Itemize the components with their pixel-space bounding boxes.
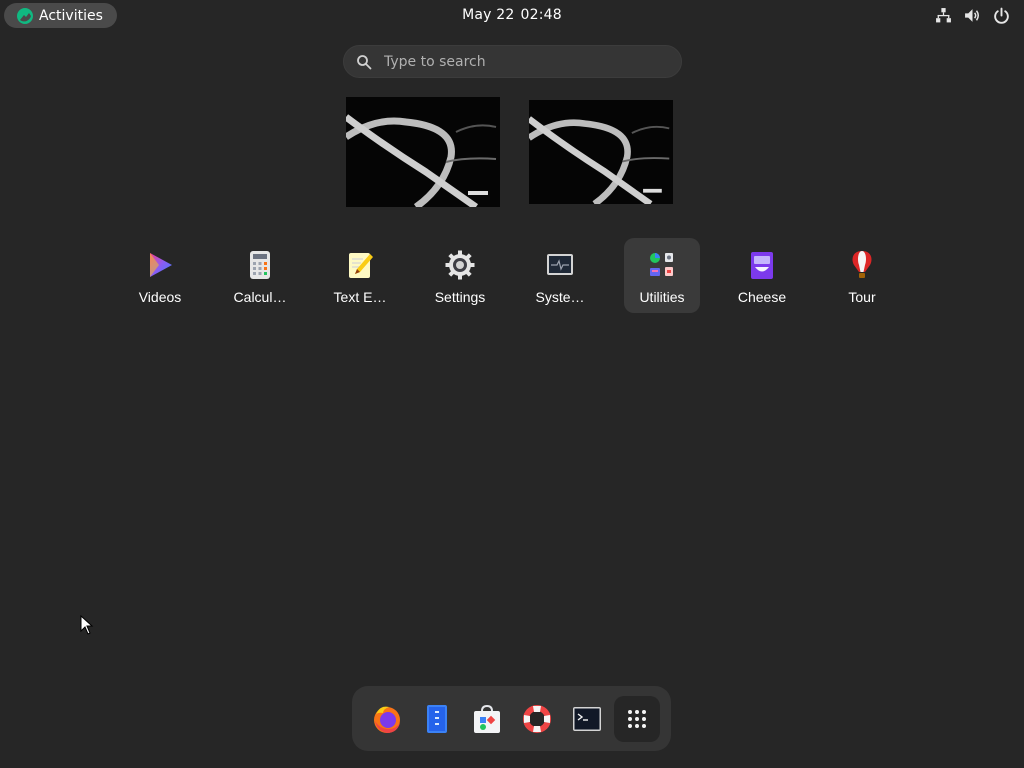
dash-terminal[interactable] (564, 696, 610, 742)
app-label: Syste… (535, 289, 585, 305)
app-cheese[interactable]: Cheese (724, 238, 800, 313)
network-wired-icon[interactable] (935, 7, 952, 24)
settings-icon (445, 250, 475, 280)
app-videos[interactable]: Videos (122, 238, 198, 313)
clock-button[interactable]: May 22 02:48 (0, 7, 1024, 23)
app-system-monitor[interactable]: Syste… (522, 238, 598, 313)
app-label: Tour (848, 289, 876, 305)
videos-icon (150, 253, 172, 277)
wallpaper-thumbnail (529, 100, 673, 204)
calculator-icon (250, 251, 270, 279)
cheese-icon (751, 252, 773, 279)
dash-help[interactable] (514, 696, 560, 742)
text-editor-icon (349, 253, 373, 278)
volume-icon[interactable] (964, 7, 981, 24)
app-tour[interactable]: Tour (824, 238, 900, 313)
mouse-pointer-icon (80, 615, 94, 635)
files-icon (427, 705, 447, 733)
workspace-thumbnail-1[interactable] (346, 97, 500, 207)
app-utilities-folder[interactable]: Utilities (624, 238, 700, 313)
dash-software[interactable] (464, 696, 510, 742)
search-bar[interactable] (343, 45, 682, 78)
search-icon (357, 54, 372, 69)
show-apps-icon (628, 710, 646, 728)
dash-files[interactable] (414, 696, 460, 742)
firefox-icon (374, 706, 400, 733)
top-bar: Activities May 22 02:48 (0, 0, 1024, 32)
workspace-thumbnail-2[interactable] (529, 100, 673, 204)
wallpaper-thumbnail (346, 97, 500, 207)
clock-date: May 22 (462, 7, 515, 23)
power-icon[interactable] (993, 7, 1010, 24)
show-apps-button[interactable] (614, 696, 660, 742)
app-label: Videos (138, 289, 182, 305)
app-settings[interactable]: Settings (422, 238, 498, 313)
app-calculator[interactable]: Calcul… (222, 238, 298, 313)
terminal-icon (573, 707, 601, 731)
app-label: Text E… (333, 289, 387, 305)
app-text-editor[interactable]: Text E… (322, 238, 398, 313)
utilities-folder-icon (650, 253, 673, 276)
search-input[interactable] (384, 53, 664, 70)
dash-firefox[interactable] (364, 696, 410, 742)
system-monitor-icon (547, 254, 573, 275)
help-icon (523, 705, 551, 733)
dash (352, 686, 671, 751)
app-label: Cheese (737, 289, 787, 305)
software-icon (474, 704, 500, 733)
app-label: Settings (434, 289, 486, 305)
tour-icon (852, 251, 872, 278)
clock-time: 02:48 (520, 7, 562, 23)
system-tray[interactable] (935, 7, 1010, 24)
app-label: Utilities (639, 289, 685, 305)
app-label: Calcul… (233, 289, 287, 305)
